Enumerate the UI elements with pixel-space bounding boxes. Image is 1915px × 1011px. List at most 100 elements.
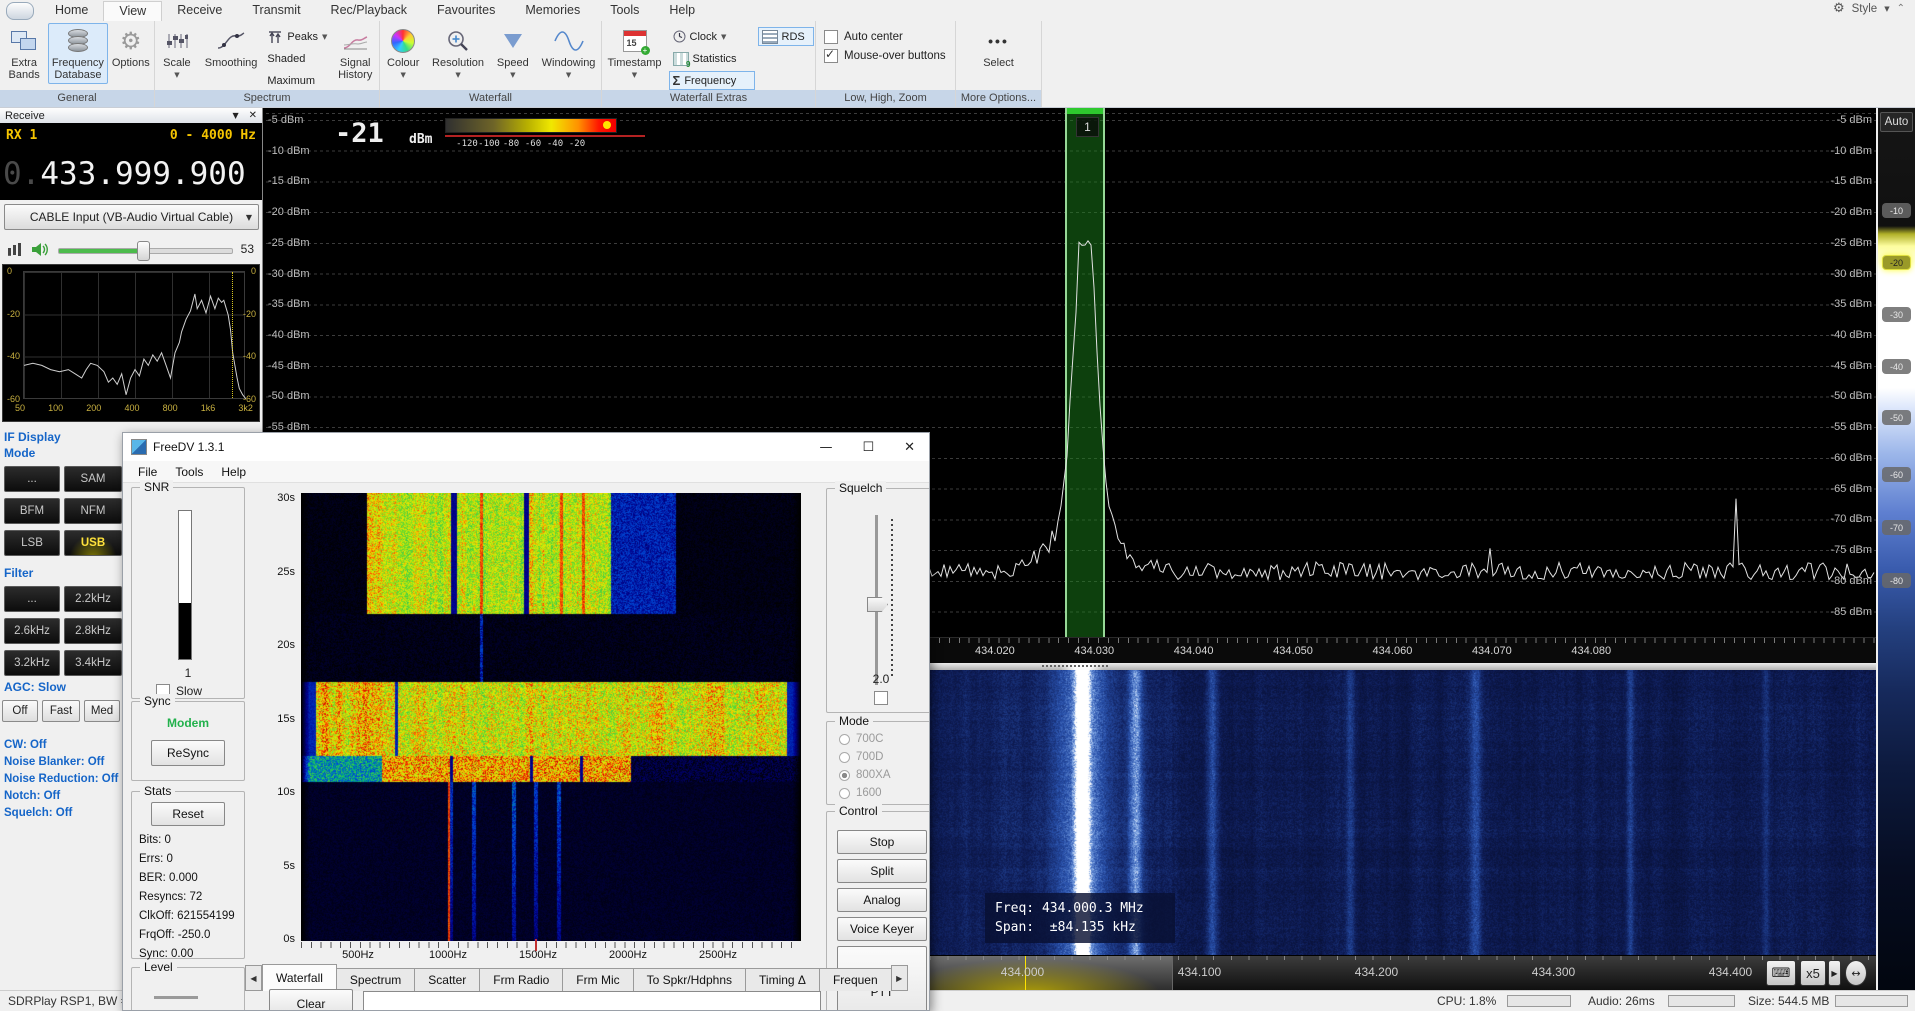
timestamp-button[interactable]: 15+ Timestamp ▼	[604, 23, 666, 84]
level-slider[interactable]	[154, 996, 198, 999]
freedv-tab[interactable]: Frm Mic	[562, 968, 633, 991]
volume-slider[interactable]	[58, 240, 233, 258]
contrast-level-pill[interactable]: -60	[1882, 467, 1911, 482]
speed-button[interactable]: Speed ▼	[490, 23, 537, 84]
freedv-window[interactable]: FreeDV 1.3.1 — ☐ ✕ FileToolsHelp SNR 1 S…	[122, 432, 930, 1011]
agc-button[interactable]: Med	[84, 700, 120, 722]
freedv-tab[interactable]: Spectrum	[336, 968, 415, 991]
style-dropdown-icon[interactable]: ▼	[1884, 5, 1889, 13]
ribbon-tab[interactable]: Favourites	[422, 1, 510, 21]
squelch-slider-thumb[interactable]	[867, 597, 888, 612]
contrast-level-pill[interactable]: -40	[1882, 359, 1911, 374]
ribbon-tab[interactable]: Home	[40, 1, 103, 21]
contrast-level-pill[interactable]: -20	[1882, 255, 1911, 270]
keyboard-entry-button[interactable]: ⌨	[1766, 960, 1796, 986]
reset-button[interactable]: Reset	[151, 802, 225, 826]
ribbon-tab[interactable]: Memories	[510, 1, 595, 21]
frequency-button[interactable]: Σ Frequency	[669, 71, 755, 90]
filter-button[interactable]: ...	[4, 586, 60, 612]
control-button[interactable]: Stop	[837, 830, 927, 854]
ribbon-tab[interactable]: View	[103, 1, 162, 21]
frequency-database-button[interactable]: Frequency Database	[48, 23, 107, 84]
maximize-icon[interactable]: ☐	[862, 440, 874, 455]
frequency-display[interactable]: 0.433.999.900	[0, 147, 262, 200]
freedv-tab[interactable]: Frm Radio	[479, 968, 563, 991]
zoom-band-indicator[interactable]	[930, 663, 1876, 670]
control-button[interactable]: Split	[837, 859, 927, 883]
tab-scroll-right[interactable]: ▶	[891, 965, 908, 991]
freedv-title-bar[interactable]: FreeDV 1.3.1	[123, 433, 929, 461]
mouse-over-buttons-checkbox[interactable]	[824, 49, 838, 63]
maximum-button[interactable]: Maximum	[263, 71, 331, 90]
freedv-tab[interactable]: To Spkr/Hdphns	[633, 968, 746, 991]
mode-button[interactable]: USB	[64, 530, 122, 556]
agc-button[interactable]: Off	[2, 700, 38, 722]
resolution-button[interactable]: Resolution ▼	[427, 23, 490, 84]
minimize-icon[interactable]: —	[819, 440, 832, 455]
freedv-text-field[interactable]	[363, 991, 821, 1011]
zoom-level-button[interactable]: x5	[1800, 960, 1826, 986]
zoom-step-button[interactable]: ▶	[1828, 960, 1841, 986]
statistics-button[interactable]: 9 Statistics	[669, 49, 755, 68]
tab-scroll-left[interactable]: ◀	[245, 965, 262, 991]
filter-button[interactable]: 3.4kHz	[64, 650, 122, 676]
clock-button[interactable]: Clock ▼	[669, 27, 755, 46]
contrast-level-pill[interactable]: -70	[1882, 520, 1911, 535]
mode-button[interactable]: LSB	[4, 530, 60, 556]
freedv-tab[interactable]: Waterfall	[262, 964, 337, 991]
squelch-enable-checkbox[interactable]	[874, 691, 888, 705]
control-button[interactable]: Analog	[837, 888, 927, 912]
freedv-tab[interactable]: Timing Δ	[745, 968, 820, 991]
peaks-button[interactable]: Peaks ▼	[263, 27, 331, 46]
auto-gain-button[interactable]: Auto	[1880, 112, 1913, 132]
ribbon-tab[interactable]: Help	[654, 1, 710, 21]
agc-button[interactable]: Fast	[42, 700, 80, 722]
settings-gear-icon[interactable]: ⚙	[1833, 1, 1845, 16]
freedv-tab[interactable]: Frequen	[819, 968, 892, 991]
smoothing-button[interactable]: Smoothing	[199, 23, 264, 72]
menu-item[interactable]: Tools	[166, 465, 212, 479]
panel-dropdown-icon[interactable]: ▼	[232, 111, 238, 120]
scale-button[interactable]: Scale ▼	[155, 23, 199, 84]
contrast-level-pill[interactable]: -80	[1882, 573, 1911, 588]
ribbon-tab[interactable]: Tools	[595, 1, 654, 21]
menu-item[interactable]: Help	[212, 465, 255, 479]
filter-button[interactable]: 3.2kHz	[4, 650, 60, 676]
mode-button[interactable]: BFM	[4, 498, 60, 524]
windowing-button[interactable]: Windowing ▼	[536, 23, 601, 84]
audio-device-select[interactable]: CABLE Input (VB-Audio Virtual Cable) ▼	[4, 204, 259, 230]
speaker-icon[interactable]	[30, 241, 50, 258]
freedv-tab[interactable]: Scatter	[414, 968, 480, 991]
mode-button[interactable]: NFM	[64, 498, 122, 524]
menu-item[interactable]: File	[129, 465, 166, 479]
mode-button[interactable]: SAM	[64, 466, 122, 492]
app-menu-button[interactable]	[6, 2, 34, 20]
level-bars-icon[interactable]	[8, 243, 22, 256]
volume-slider-thumb[interactable]	[137, 241, 150, 261]
contrast-level-pill[interactable]: -30	[1882, 307, 1911, 322]
auto-center-checkbox[interactable]	[824, 30, 838, 44]
control-button[interactable]: Voice Keyer	[837, 917, 927, 941]
mode-button[interactable]: ...	[4, 466, 60, 492]
colour-button[interactable]: Colour ▼	[380, 23, 427, 84]
collapse-ribbon-icon[interactable]: ⌃	[1897, 3, 1905, 14]
resync-button[interactable]: ReSync	[151, 740, 225, 766]
waterfall-frequency-bar[interactable]: 434.000434.100434.200434.300434.400 ⌨ x5…	[930, 955, 1876, 990]
select-button[interactable]: ••• Select	[969, 23, 1029, 72]
span-reset-button[interactable]: ↔	[1845, 960, 1867, 986]
ribbon-tab[interactable]: Rec/Playback	[316, 1, 422, 21]
shaded-button[interactable]: Shaded	[263, 49, 331, 68]
main-waterfall[interactable]: Freq: 434.000.3 MHz Span: ±84.135 kHz	[930, 670, 1876, 955]
close-icon[interactable]: ✕	[904, 440, 915, 455]
waterfall-contrast-strip[interactable]: Auto -10-20-30-40-50-60-70-80	[1878, 108, 1915, 990]
filter-button[interactable]: 2.2kHz	[64, 586, 122, 612]
panel-close-icon[interactable]: ✕	[249, 110, 257, 121]
clear-button[interactable]: Clear	[269, 989, 353, 1011]
contrast-level-pill[interactable]: -10	[1882, 203, 1911, 218]
filter-button[interactable]: 2.8kHz	[64, 618, 122, 644]
filter-button[interactable]: 2.6kHz	[4, 618, 60, 644]
ribbon-tab[interactable]: Receive	[162, 1, 237, 21]
signal-history-button[interactable]: Signal History	[331, 23, 379, 84]
extra-bands-button[interactable]: Extra Bands	[0, 23, 48, 84]
style-label[interactable]: Style	[1852, 3, 1878, 15]
